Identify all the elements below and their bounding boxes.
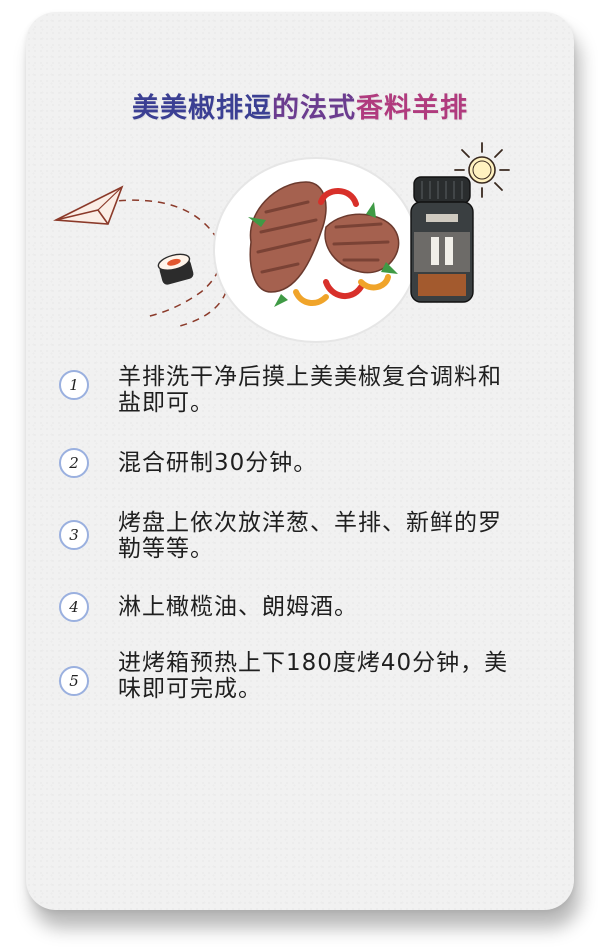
step-text: 淋上橄榄油、朗姆酒。 (118, 594, 358, 620)
paper-plane-icon (53, 185, 124, 225)
step-text: 烤盘上依次放洋葱、羊排、新鲜的罗勒等等。 (118, 510, 502, 562)
steak-plate-icon (213, 157, 419, 343)
page: 美美椒排逗的法式香料羊排 1 羊排洗干净后摸上美美椒复合调料和盐即可。 2 混合… (0, 0, 598, 947)
step-text: 进烤箱预热上下180度烤40分钟，美味即可完成。 (118, 650, 509, 702)
step-number-badge: 4 (59, 592, 89, 622)
step-number-badge: 2 (59, 448, 89, 478)
step-text: 混合研制30分钟。 (118, 450, 318, 476)
title-part-3: 香料羊排 (356, 93, 468, 124)
step-number-badge: 1 (59, 370, 89, 400)
recipe-title: 美美椒排逗的法式香料羊排 (26, 86, 574, 125)
step-text: 羊排洗干净后摸上美美椒复合调料和盐即可。 (118, 364, 502, 416)
spice-jar-icon (410, 176, 474, 303)
title-part-1: 美美椒排逗 (132, 93, 272, 124)
illustration-svg (53, 142, 510, 343)
food-illustration (26, 132, 574, 362)
sushi-roll-icon (157, 253, 194, 285)
recipe-card: 美美椒排逗的法式香料羊排 1 羊排洗干净后摸上美美椒复合调料和盐即可。 2 混合… (26, 12, 574, 910)
step-number-badge: 5 (59, 666, 89, 696)
step-number-badge: 3 (59, 520, 89, 550)
title-part-2: 的法式 (272, 93, 356, 124)
